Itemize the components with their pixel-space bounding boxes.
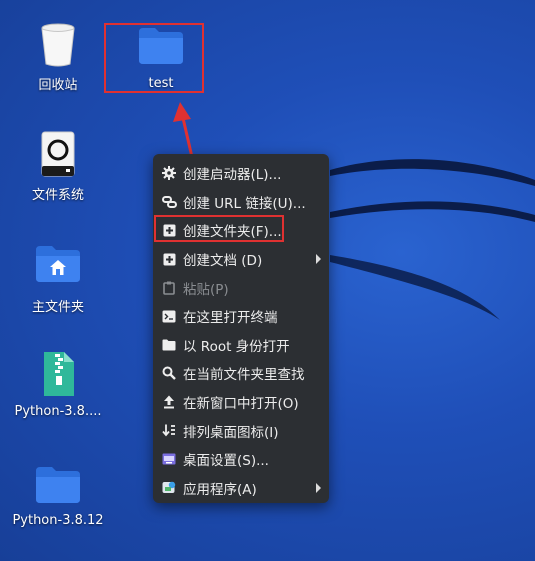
menu-item-paste[interactable]: 粘贴(P) [153,273,329,302]
trash-icon [41,23,75,67]
applications-icon [161,480,177,496]
menu-item-applications[interactable]: 应用程序(A) [153,474,329,503]
menu-item-search-folder[interactable]: 在当前文件夹里查找 [153,359,329,388]
archive-icon [44,352,74,396]
desktop-icon-filesystem[interactable]: 文件系统 [10,130,106,203]
test-folder-highlight [104,23,204,93]
search-icon [161,365,177,381]
desktop-icon-python-folder[interactable]: Python-3.8.12 [10,465,106,528]
menu-item-label: 在这里打开终端 [183,310,278,327]
menu-item-label: 在新窗口中打开(O) [183,396,299,413]
menu-item-label: 以 Root 身份打开 [183,338,290,355]
menu-item-desktop-settings[interactable]: 桌面设置(S)... [153,445,329,474]
clipboard-icon [161,280,177,296]
desktop-icon-label: Python-3.8.12 [12,513,104,528]
desktop-icon-label: Python-3.8.... [14,404,102,419]
gear-icon [161,165,177,181]
sort-icon [161,423,177,439]
menu-item-label: 创建文档 (D) [183,253,263,270]
desktop-icon-home[interactable]: 主文件夹 [10,244,106,315]
menu-item-open-terminal[interactable]: 在这里打开终端 [153,302,329,331]
menu-item-label: 创建 URL 链接(U)... [183,195,306,212]
menu-item-create-url-link[interactable]: 创建 URL 链接(U)... [153,188,329,217]
create-folder-highlight [154,215,284,242]
menu-item-label: 桌面设置(S)... [183,453,269,470]
menu-item-label: 创建启动器(L)... [183,167,282,184]
desktop-icon-trash[interactable]: 回收站 [10,20,106,93]
desktop-icon-label: 主文件夹 [31,300,84,315]
menu-item-arrange-icons[interactable]: 排列桌面图标(I) [153,416,329,445]
menu-item-open-new-window[interactable]: 在新窗口中打开(O) [153,388,329,417]
menu-item-create-document[interactable]: 创建文档 (D) [153,245,329,274]
desktop-icon-label: 文件系统 [31,188,84,203]
drive-icon [41,131,75,177]
folder-icon [161,337,177,353]
desktop-settings-icon [161,451,177,467]
terminal-icon [161,308,177,324]
submenu-arrow-icon [316,482,321,493]
menu-item-label: 在当前文件夹里查找 [183,367,305,384]
folder-icon [36,467,80,503]
upload-arrow-icon [161,394,177,410]
link-icon [161,194,177,210]
menu-item-open-as-root[interactable]: 以 Root 身份打开 [153,331,329,360]
desktop-icon-python-archive[interactable]: Python-3.8.... [10,350,106,419]
new-document-icon [161,251,177,267]
menu-item-label: 应用程序(A) [183,481,257,498]
desktop-context-menu: 创建启动器(L)... 创建 URL 链接(U)... 创建文件夹(F)... … [153,154,329,503]
menu-item-label: 排列桌面图标(I) [183,424,279,441]
home-folder-icon [36,246,80,282]
menu-item-label: 粘贴(P) [183,281,229,298]
submenu-arrow-icon [316,254,321,265]
desktop-icon-label: 回收站 [38,78,78,93]
menu-item-create-launcher[interactable]: 创建启动器(L)... [153,159,329,188]
